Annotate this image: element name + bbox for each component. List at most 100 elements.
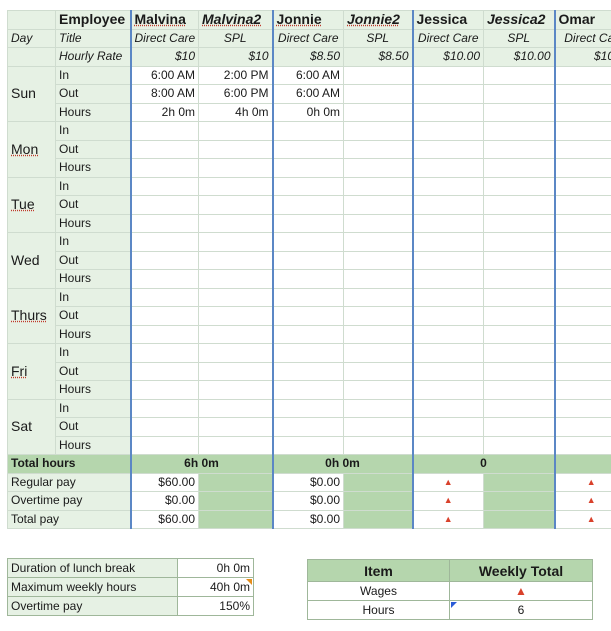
time-cell[interactable] xyxy=(553,121,611,141)
time-cell[interactable] xyxy=(271,195,344,215)
time-cell[interactable] xyxy=(411,398,484,418)
time-cell[interactable] xyxy=(343,324,413,344)
max-hours-cell[interactable]: 40h 0m xyxy=(177,577,254,597)
time-cell[interactable] xyxy=(411,65,484,85)
time-cell[interactable] xyxy=(343,158,413,178)
employee-name[interactable]: Omar xyxy=(553,10,611,30)
day-name[interactable]: Fri xyxy=(7,343,56,400)
time-cell[interactable] xyxy=(483,121,555,141)
time-cell[interactable] xyxy=(411,84,484,104)
title-label[interactable]: Title xyxy=(55,28,131,48)
time-cell[interactable] xyxy=(271,306,344,326)
time-cell[interactable] xyxy=(271,435,344,455)
pay-value[interactable] xyxy=(198,472,273,492)
time-cell[interactable] xyxy=(129,343,199,363)
time-cell[interactable] xyxy=(483,102,555,122)
time-cell[interactable] xyxy=(411,250,484,270)
employee-rate[interactable]: $10 xyxy=(129,47,199,67)
max-hours-label[interactable]: Maximum weekly hours xyxy=(7,577,178,597)
employee-rate[interactable]: $10.00 xyxy=(411,47,484,67)
total-hours-value[interactable]: 0 xyxy=(411,454,555,474)
time-cell[interactable] xyxy=(271,158,344,178)
time-cell[interactable] xyxy=(411,176,484,196)
time-cell[interactable] xyxy=(129,269,199,289)
time-cell[interactable] xyxy=(483,287,555,307)
time-cell[interactable] xyxy=(553,417,611,437)
time-cell[interactable] xyxy=(483,380,555,400)
item-header[interactable]: Item xyxy=(307,559,450,582)
employee-name[interactable]: Jessica xyxy=(411,10,484,30)
time-cell[interactable]: 6:00 AM xyxy=(271,84,344,104)
time-cell[interactable] xyxy=(271,232,344,252)
time-cell[interactable] xyxy=(553,324,611,344)
time-cell[interactable] xyxy=(343,343,413,363)
time-cell[interactable] xyxy=(411,121,484,141)
row-label[interactable]: In xyxy=(55,287,131,307)
employee-rate[interactable]: $10 xyxy=(198,47,273,67)
time-cell[interactable] xyxy=(343,195,413,215)
overtime-pay-label[interactable]: Overtime pay xyxy=(7,491,131,511)
total-pay-label[interactable]: Total pay xyxy=(7,509,131,529)
time-cell[interactable] xyxy=(129,195,199,215)
total-hours-value[interactable] xyxy=(553,454,611,474)
row-label[interactable]: In xyxy=(55,232,131,252)
time-cell[interactable] xyxy=(411,213,484,233)
row-label[interactable]: Hours xyxy=(55,435,131,455)
row-label[interactable]: Hours xyxy=(55,324,131,344)
time-cell[interactable] xyxy=(198,158,273,178)
time-cell[interactable]: 4h 0m xyxy=(198,102,273,122)
pay-value[interactable] xyxy=(343,472,413,492)
time-cell[interactable] xyxy=(271,121,344,141)
time-cell[interactable] xyxy=(198,139,273,159)
time-cell[interactable] xyxy=(483,176,555,196)
time-cell[interactable] xyxy=(129,435,199,455)
time-cell[interactable] xyxy=(129,139,199,159)
time-cell[interactable] xyxy=(343,139,413,159)
day-name[interactable]: Thurs xyxy=(7,287,56,344)
time-cell[interactable] xyxy=(483,324,555,344)
row-label[interactable]: In xyxy=(55,65,131,85)
time-cell[interactable] xyxy=(129,380,199,400)
time-cell[interactable]: 2h 0m xyxy=(129,102,199,122)
time-cell[interactable] xyxy=(553,287,611,307)
time-cell[interactable] xyxy=(553,250,611,270)
time-cell[interactable] xyxy=(271,250,344,270)
time-cell[interactable] xyxy=(411,158,484,178)
time-cell[interactable] xyxy=(271,324,344,344)
row-label[interactable]: In xyxy=(55,176,131,196)
row-label[interactable]: Hours xyxy=(55,269,131,289)
overtime-rate-label[interactable]: Overtime pay xyxy=(7,596,178,616)
row-label[interactable]: Out xyxy=(55,361,131,381)
warning-icon[interactable]: ▲ xyxy=(411,491,484,511)
corner-cell[interactable] xyxy=(7,10,56,30)
time-cell[interactable] xyxy=(343,380,413,400)
time-cell[interactable] xyxy=(271,398,344,418)
pay-value[interactable] xyxy=(198,491,273,511)
time-cell[interactable] xyxy=(411,102,484,122)
pay-value[interactable] xyxy=(343,509,413,529)
time-cell[interactable] xyxy=(483,269,555,289)
pay-value[interactable]: $0.00 xyxy=(271,509,344,529)
row-label[interactable]: In xyxy=(55,398,131,418)
time-cell[interactable] xyxy=(553,176,611,196)
row-label[interactable]: In xyxy=(55,343,131,363)
warning-icon[interactable]: ▲ xyxy=(449,581,593,601)
employee-title[interactable]: Direct Care xyxy=(411,28,484,48)
time-cell[interactable] xyxy=(343,269,413,289)
time-cell[interactable] xyxy=(343,250,413,270)
time-cell[interactable] xyxy=(129,361,199,381)
time-cell[interactable] xyxy=(198,195,273,215)
employee-title[interactable]: Direct Care xyxy=(129,28,199,48)
time-cell[interactable] xyxy=(343,121,413,141)
time-cell[interactable] xyxy=(198,269,273,289)
time-cell[interactable] xyxy=(129,176,199,196)
time-cell[interactable]: 0h 0m xyxy=(271,102,344,122)
row-label[interactable]: Out xyxy=(55,84,131,104)
time-cell[interactable] xyxy=(483,361,555,381)
employee-name[interactable]: Jonnie2 xyxy=(343,10,413,30)
time-cell[interactable]: 6:00 AM xyxy=(271,65,344,85)
time-cell[interactable] xyxy=(198,343,273,363)
time-cell[interactable] xyxy=(198,306,273,326)
time-cell[interactable] xyxy=(129,121,199,141)
time-cell[interactable] xyxy=(271,361,344,381)
